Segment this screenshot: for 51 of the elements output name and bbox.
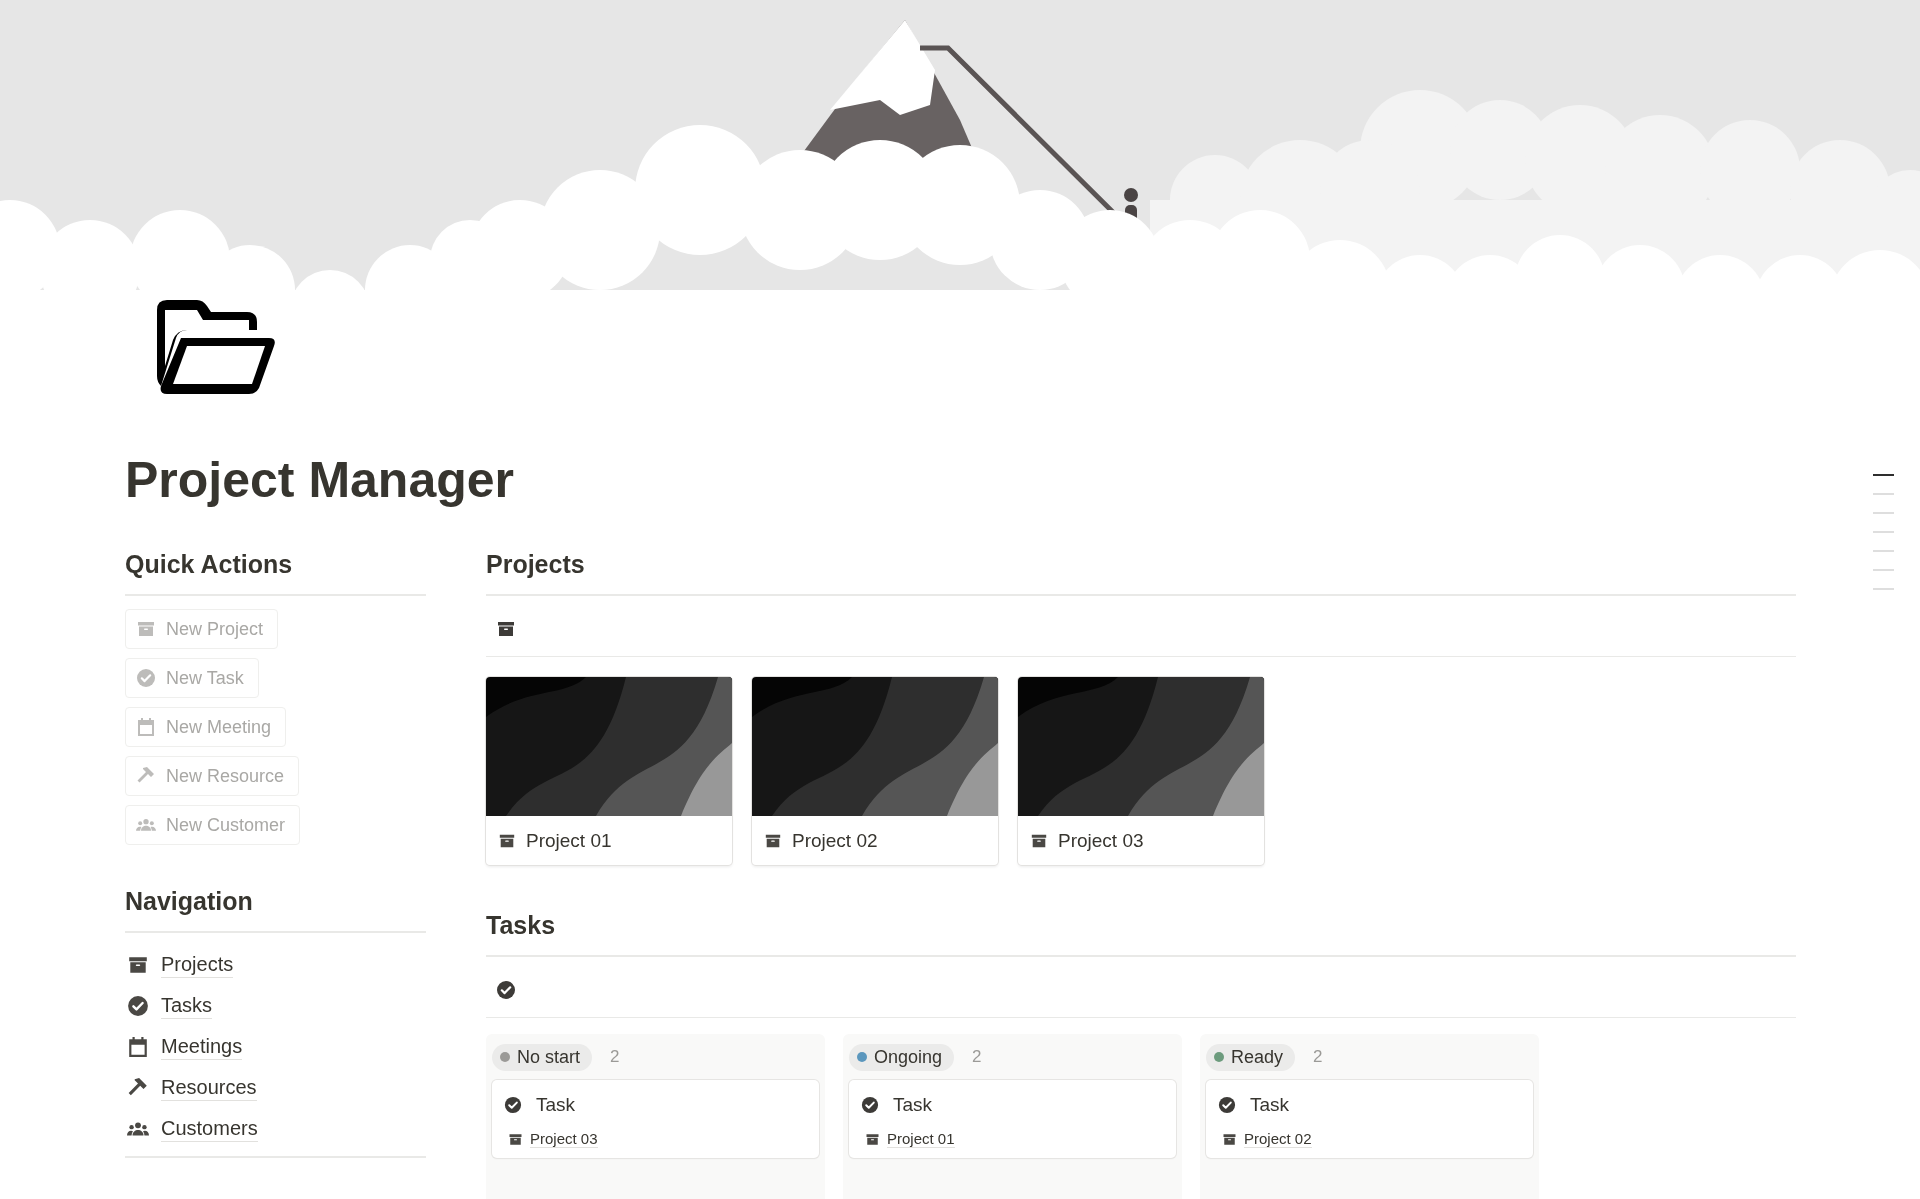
column-count: 2: [972, 1047, 982, 1067]
archive-box-icon: [136, 619, 156, 639]
task-card[interactable]: Task Project 03: [492, 1080, 819, 1158]
check-circle-icon: [496, 980, 516, 1000]
section-heading: Quick Actions: [125, 549, 294, 580]
task-title: Task: [1250, 1094, 1290, 1116]
task-card[interactable]: Task Project 02: [1206, 1080, 1533, 1158]
project-card[interactable]: Project 02: [752, 677, 998, 865]
project-link[interactable]: Project 01: [887, 1130, 955, 1148]
project-link[interactable]: Project 02: [1244, 1130, 1312, 1148]
task-card[interactable]: Task Project 01: [849, 1080, 1176, 1158]
outline-marker[interactable]: [1873, 569, 1894, 571]
check-circle-icon: [504, 1096, 522, 1114]
column-count: 2: [1313, 1047, 1323, 1067]
project-card[interactable]: Project 01: [486, 677, 732, 865]
section-heading: Tasks: [486, 910, 557, 941]
section-heading: Navigation: [125, 886, 254, 917]
navigation-link[interactable]: Projects: [161, 951, 234, 978]
project-link[interactable]: Project 03: [530, 1130, 598, 1148]
archive-box-icon: [1222, 1131, 1237, 1147]
status-tag: No start: [492, 1043, 593, 1071]
check-circle-icon: [136, 668, 156, 688]
project-card[interactable]: Project 03: [1018, 677, 1264, 865]
navigation-link[interactable]: Customers: [161, 1115, 258, 1142]
task-title: Task: [536, 1094, 576, 1116]
task-title: Task: [893, 1094, 933, 1116]
project-title: Project 01: [526, 829, 612, 852]
status-tag: Ready: [1206, 1043, 1296, 1071]
project-title: Project 03: [1058, 829, 1144, 852]
check-circle-icon: [127, 994, 149, 1017]
navigation-link[interactable]: Meetings: [161, 1033, 243, 1060]
check-circle-icon: [861, 1096, 879, 1114]
outline-marker[interactable]: [1873, 474, 1894, 476]
section-heading: Projects: [486, 549, 586, 580]
outline-marker[interactable]: [1873, 588, 1894, 590]
outline-marker[interactable]: [1873, 550, 1894, 552]
navigation-link[interactable]: Tasks: [161, 992, 213, 1019]
status-tag: Ongoing: [849, 1043, 955, 1071]
archive-box-icon: [865, 1131, 880, 1147]
outline-marker[interactable]: [1873, 493, 1894, 495]
archive-box-icon: [496, 619, 516, 639]
calendar-icon: [127, 1035, 149, 1058]
archive-box-icon: [508, 1131, 523, 1147]
page-title: Project Manager: [125, 451, 515, 510]
outline-marker[interactable]: [1873, 512, 1894, 514]
outline-marker[interactable]: [1873, 531, 1894, 533]
navigation-link[interactable]: Resources: [161, 1074, 257, 1101]
project-title: Project 02: [792, 829, 878, 852]
check-circle-icon: [1218, 1096, 1236, 1114]
calendar-icon: [136, 717, 156, 737]
column-count: 2: [610, 1047, 620, 1067]
